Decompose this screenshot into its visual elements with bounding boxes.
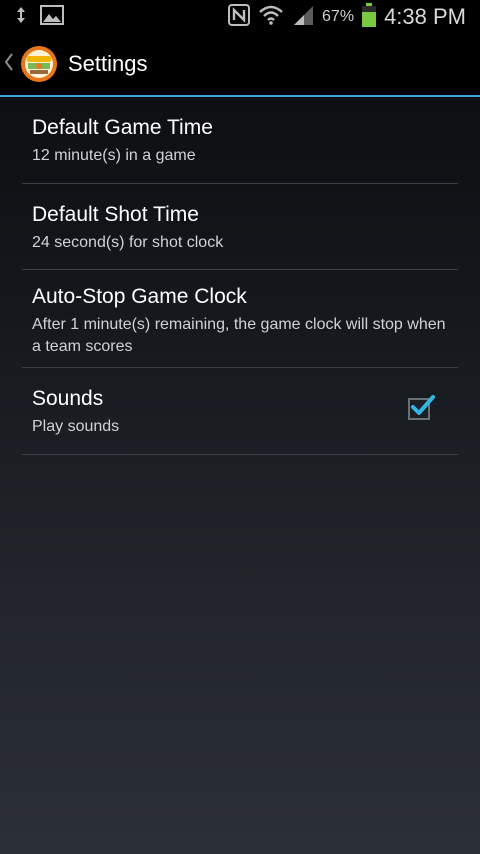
- image-icon: [40, 4, 64, 29]
- status-bar: 67% 4:38 PM: [0, 0, 480, 33]
- setting-summary: After 1 minute(s) remaining, the game cl…: [32, 316, 446, 355]
- sounds-checkbox[interactable]: [408, 395, 435, 420]
- status-clock: 4:38 PM: [384, 3, 466, 29]
- setting-title: Default Shot Time: [32, 203, 199, 226]
- wifi-icon: [258, 4, 284, 30]
- status-left: [0, 4, 64, 29]
- setting-title: Default Game Time: [32, 116, 213, 139]
- battery-percent: 67%: [322, 7, 355, 25]
- usb-transfer-icon: [16, 6, 26, 28]
- setting-summary: 24 second(s) for shot clock: [32, 234, 224, 251]
- setting-title: Auto-Stop Game Clock: [32, 285, 247, 308]
- page-title: Settings: [68, 51, 148, 76]
- battery-icon: [362, 2, 377, 31]
- app-logo-icon[interactable]: [20, 45, 58, 83]
- nfc-icon: [228, 3, 251, 30]
- setting-default-game-time[interactable]: Default Game Time 12 minute(s) in a game: [22, 97, 458, 184]
- up-chevron-icon[interactable]: [4, 52, 16, 77]
- checkmark-icon: [411, 395, 435, 415]
- setting-sounds[interactable]: Sounds Play sounds: [22, 368, 458, 455]
- settings-list: Default Game Time 12 minute(s) in a game…: [22, 97, 458, 455]
- setting-default-shot-time[interactable]: Default Shot Time 24 second(s) for shot …: [22, 184, 458, 270]
- setting-summary: Play sounds: [32, 418, 120, 435]
- setting-title: Sounds: [32, 387, 104, 410]
- signal-icon: [292, 4, 314, 30]
- status-right: 67% 4:38 PM: [228, 2, 480, 31]
- setting-summary: 12 minute(s) in a game: [32, 147, 196, 164]
- setting-auto-stop-game-clock[interactable]: Auto-Stop Game Clock After 1 minute(s) r…: [22, 270, 458, 368]
- action-bar: Settings: [0, 33, 480, 95]
